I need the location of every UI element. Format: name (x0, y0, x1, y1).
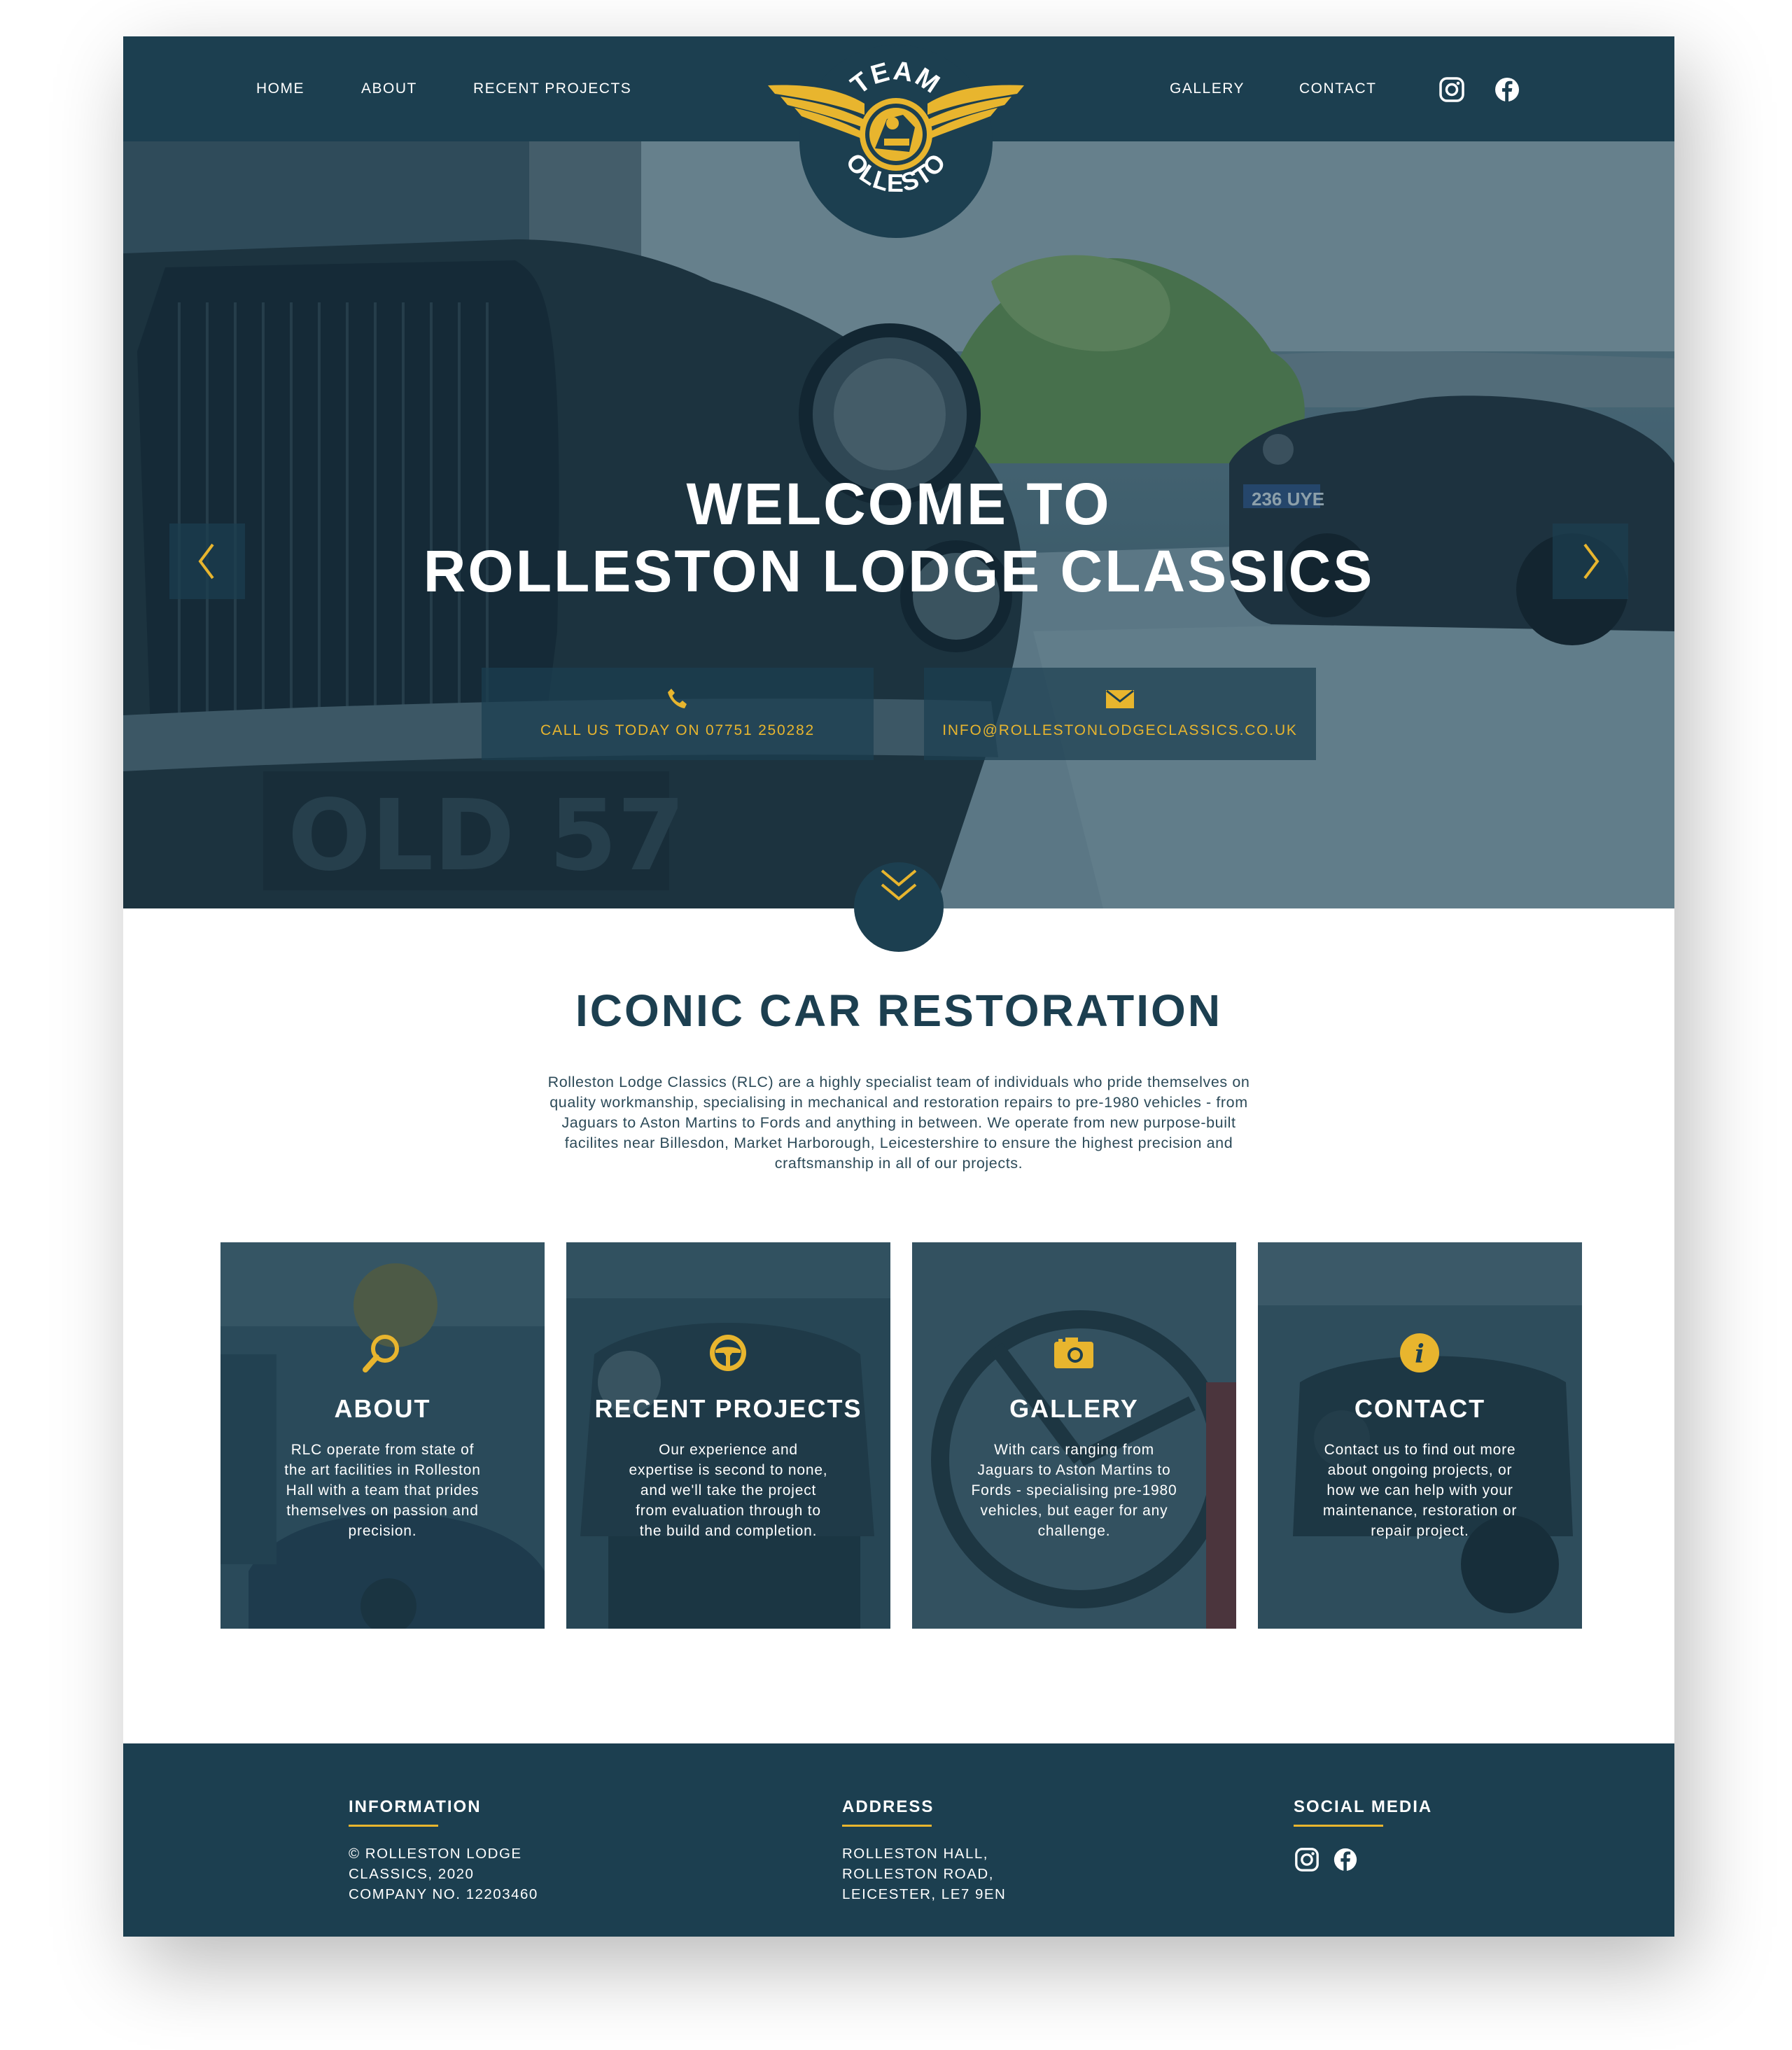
recent-projects-card-title: RECENT PROJECTS (594, 1394, 862, 1423)
gallery-card-photo (912, 1242, 1236, 1629)
card-line: how we can help with your (1326, 1482, 1513, 1498)
intro-paragraph: Rolleston Lodge Classics (RLC) are a hig… (501, 1072, 1296, 1174)
facebook-icon[interactable] (1493, 76, 1521, 104)
contact-card-photo (1258, 1242, 1582, 1629)
about-card-photo (220, 1242, 545, 1629)
footer-information-underline (349, 1825, 438, 1827)
facebook-icon[interactable] (1332, 1846, 1359, 1873)
address-line: ROLLESTON HALL, (842, 1846, 988, 1862)
hero-title: WELCOME TO ROLLESTON LODGE CLASSICS (123, 470, 1674, 605)
gallery-card-title: GALLERY (1009, 1394, 1139, 1423)
card-line: the art facilities in Rolleston (284, 1462, 481, 1478)
footer-social-underline (1294, 1825, 1383, 1827)
nav-recent-projects-link[interactable]: RECENT PROJECTS (473, 73, 631, 104)
card-line: Fords - specialising pre-1980 (971, 1482, 1177, 1498)
footer-copyright: © ROLLESTON LODGE (349, 1846, 522, 1862)
card-line: With cars ranging from (994, 1442, 1154, 1458)
info-icon: i (1400, 1333, 1439, 1372)
page: HOME ABOUT RECENT PROJECTS GALLERY CONTA… (123, 36, 1674, 1937)
footer-copyright-year: CLASSICS, 2020 (349, 1866, 475, 1882)
phone-icon (668, 689, 687, 708)
card-line: maintenance, restoration or (1322, 1503, 1518, 1519)
chevron-left-icon (198, 543, 214, 580)
card-line: expertise is second to none, (629, 1462, 828, 1478)
card-line: the build and completion. (639, 1523, 818, 1539)
next-slide-button[interactable] (1553, 524, 1628, 599)
email-button[interactable]: INFO@ROLLESTONLODGECLASSICS.CO.UK (924, 668, 1316, 760)
card-line: vehicles, but eager for any (980, 1503, 1168, 1519)
intro-line: craftsmanship in all of our projects. (774, 1155, 1023, 1172)
footer-social-heading: SOCIAL MEDIA (1294, 1797, 1433, 1816)
call-us-button[interactable]: CALL US TODAY ON 07751 250282 (482, 668, 874, 760)
hero-title-line-1: WELCOME TO (686, 471, 1112, 537)
call-us-label: CALL US TODAY ON 07751 250282 (540, 722, 815, 738)
instagram-icon[interactable] (1294, 1846, 1320, 1873)
card-line: RLC operate from state of (290, 1442, 475, 1458)
footer-address-text: ROLLESTON HALL, ROLLESTON ROAD, LEICESTE… (842, 1844, 1006, 1904)
intro-line: Rolleston Lodge Classics (RLC) are a hig… (547, 1074, 1250, 1090)
recent-projects-card-text: Our experience and expertise is second t… (614, 1440, 843, 1541)
nav-home-link[interactable]: HOME (256, 73, 304, 104)
footer-information-text: © ROLLESTON LODGE CLASSICS, 2020 COMPANY… (349, 1844, 538, 1904)
card-line: precision. (348, 1523, 417, 1539)
card-line: Hall with a team that prides (286, 1482, 479, 1498)
nav-about-link[interactable]: ABOUT (361, 73, 417, 104)
card-line: repair project. (1371, 1523, 1469, 1539)
svg-text:i: i (1415, 1340, 1424, 1369)
footer-address-underline (842, 1825, 932, 1827)
nav-gallery-link[interactable]: GALLERY (1170, 73, 1245, 104)
footer-company-number: COMPANY NO. 12203460 (349, 1886, 538, 1902)
card-line: Our experience and (659, 1442, 798, 1458)
envelope-icon (1106, 689, 1134, 708)
steering-wheel-icon (710, 1335, 746, 1371)
contact-card[interactable]: i CONTACT Contact us to find out more ab… (1258, 1242, 1582, 1629)
about-card-text: RLC operate from state of the art facili… (268, 1440, 497, 1541)
card-line: about ongoing projects, or (1327, 1462, 1513, 1478)
address-line: LEICESTER, LE7 9EN (842, 1886, 1007, 1902)
gallery-card[interactable]: GALLERY With cars ranging from Jaguars t… (912, 1242, 1236, 1629)
about-card-title: ABOUT (334, 1394, 431, 1423)
intro-line: quality workmanship, specialising in mec… (550, 1094, 1248, 1111)
footer: INFORMATION © ROLLESTON LODGE CLASSICS, … (123, 1743, 1674, 1937)
card-line: Jaguars to Aston Martins to (977, 1462, 1171, 1478)
team-rolleston-logo[interactable]: TEAM ROLLESTON (750, 36, 1032, 239)
contact-card-title: CONTACT (1354, 1394, 1486, 1423)
intro-line: Jaguars to Aston Martins to Fords and an… (561, 1114, 1236, 1131)
intro-line: facilites near Billesdon, Market Harboro… (564, 1135, 1233, 1151)
hero-slider: 236 UYE OLD 57 WELCOME TO ROLLESTON LODG… (123, 141, 1674, 908)
card-line: and we'll take the project (640, 1482, 817, 1498)
recent-projects-card-photo (566, 1242, 890, 1629)
camera-icon (1054, 1338, 1093, 1368)
address-line: ROLLESTON ROAD, (842, 1866, 994, 1882)
double-chevron-down-icon (881, 869, 917, 901)
scroll-down-button[interactable] (854, 862, 944, 952)
card-line: from evaluation through to (636, 1503, 821, 1519)
prev-slide-button[interactable] (169, 524, 245, 599)
card-line: Contact us to find out more (1324, 1442, 1516, 1458)
card-line: challenge. (1037, 1523, 1111, 1539)
intro-title: ICONIC CAR RESTORATION (575, 985, 1223, 1036)
footer-information-heading: INFORMATION (349, 1797, 482, 1816)
footer-address-heading: ADDRESS (842, 1797, 934, 1816)
magnifier-icon (363, 1335, 399, 1372)
chevron-right-icon (1583, 543, 1600, 580)
gallery-card-text: With cars ranging from Jaguars to Aston … (960, 1440, 1189, 1541)
email-label: INFO@ROLLESTONLODGECLASSICS.CO.UK (942, 722, 1298, 738)
about-card[interactable]: ABOUT RLC operate from state of the art … (220, 1242, 545, 1629)
instagram-icon[interactable] (1438, 76, 1466, 104)
recent-projects-card[interactable]: RECENT PROJECTS Our experience and exper… (566, 1242, 890, 1629)
card-line: themselves on passion and (286, 1503, 479, 1519)
contact-card-text: Contact us to find out more about ongoin… (1306, 1440, 1534, 1541)
hero-title-line-2: ROLLESTON LODGE CLASSICS (423, 538, 1375, 604)
nav-contact-link[interactable]: CONTACT (1299, 73, 1376, 104)
